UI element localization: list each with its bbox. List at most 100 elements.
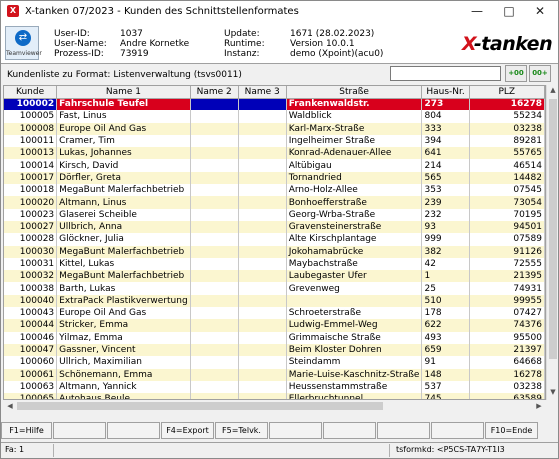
table-cell: 394: [421, 134, 470, 148]
table-row[interactable]: 100060 Ullrich, Maximilian Steindamm 91 6466…: [4, 356, 545, 369]
column-header[interactable]: Name 1: [56, 86, 191, 99]
table-cell: [238, 343, 287, 357]
function-key-5[interactable]: F5=Telvk.: [215, 422, 268, 439]
table-cell: Karl-Marx-Straße: [286, 122, 423, 135]
add-after-button[interactable]: 00+: [529, 65, 551, 82]
table-cell: [238, 220, 287, 234]
scroll-right-icon[interactable]: ▶: [533, 402, 545, 410]
table-cell: Waldblick: [286, 110, 423, 123]
table-cell: 537: [421, 380, 470, 394]
table-cell: [190, 270, 239, 283]
scroll-up-icon[interactable]: ▲: [547, 86, 559, 94]
table-cell: MegaBunt Malerfachbetrieb: [56, 245, 191, 258]
table-cell: Marie-Luise-Kaschnitz-Straße: [286, 368, 423, 381]
table-cell: Gassner, Vincent: [56, 343, 191, 357]
column-header[interactable]: Straße: [286, 86, 423, 99]
table-cell: Jokohamabrücke: [286, 245, 423, 258]
table-row[interactable]: 100031 Kittel, Lukas Maybachstraße 42 72555: [4, 257, 545, 271]
column-header[interactable]: Haus-Nr.: [421, 86, 470, 99]
table-cell: 659: [421, 343, 470, 357]
function-key-9[interactable]: [431, 422, 484, 439]
table-cell: 100044: [4, 319, 58, 332]
column-header[interactable]: PLZ: [469, 86, 545, 99]
table-row[interactable]: 100005 Fast, Linus Waldblick 804 55234: [4, 110, 545, 123]
scroll-left-icon[interactable]: ◀: [4, 402, 16, 410]
table-cell: Arno-Holz-Allee: [286, 184, 423, 197]
table-cell: [190, 294, 239, 308]
add-before-button[interactable]: +00: [505, 65, 527, 82]
vertical-scroll-thumb[interactable]: [549, 99, 557, 359]
table-row[interactable]: 100046 Yilmaz, Emma Grimmaische Straße 493 9…: [4, 331, 545, 344]
table-row[interactable]: 100028 Glöckner, Julia Alte Kirschplantage…: [4, 233, 545, 246]
table-cell: Grevenweg: [286, 282, 423, 295]
column-header[interactable]: Name 2: [190, 86, 239, 99]
table-row[interactable]: 100008 Europe Oil And Gas Karl-Marx-Straße…: [4, 122, 545, 135]
search-input[interactable]: [390, 66, 501, 81]
user-name-value: Andre Kornetke: [120, 39, 190, 49]
column-header[interactable]: Kunde: [4, 86, 58, 99]
function-key-3[interactable]: [107, 422, 160, 439]
close-icon[interactable]: ✕: [524, 1, 556, 23]
table-cell: [190, 319, 239, 332]
table-row[interactable]: 100020 Altmann, Linus Bonhoefferstraße 239 7…: [4, 196, 545, 209]
function-key-6[interactable]: [269, 422, 322, 439]
x-tanken-app-icon: X: [7, 5, 19, 17]
table-cell: 100063: [4, 380, 58, 394]
table-cell: 178: [421, 307, 470, 320]
table-row[interactable]: 100030 MegaBunt Malerfachbetrieb Jokohamab…: [4, 245, 545, 258]
horizontal-scroll-thumb[interactable]: [17, 402, 383, 410]
table-cell: 16278: [469, 98, 545, 111]
function-key-10[interactable]: F10=Ende: [485, 422, 538, 439]
table-cell: Tornandried: [286, 171, 423, 185]
table-cell: 100005: [4, 110, 58, 123]
table-cell: Ullrich, Maximilian: [56, 356, 191, 369]
table-cell: Grimmaische Straße: [286, 331, 423, 344]
header-divider: [1, 63, 558, 64]
table-cell: 03238: [469, 380, 545, 394]
table-cell: [190, 184, 239, 197]
scroll-down-icon[interactable]: ▼: [547, 388, 559, 396]
table-row[interactable]: 100032 MegaBunt Malerfachbetrieb Laubegast…: [4, 270, 545, 283]
table-row[interactable]: 100061 Schönemann, Emma Marie-Luise-Kaschn…: [4, 368, 545, 381]
table-cell: 14482: [469, 171, 545, 185]
table-row[interactable]: 100038 Barth, Lukas Grevenweg 25 74931: [4, 282, 545, 295]
runtime-label: Runtime:: [224, 39, 265, 49]
table-cell: 745: [421, 393, 470, 399]
table-cell: [238, 147, 287, 160]
function-key-1[interactable]: F1=Hilfe: [1, 422, 52, 439]
table-row[interactable]: 100018 MegaBunt Malerfachbetrieb Arno-Holz…: [4, 184, 545, 197]
maximize-icon[interactable]: □: [493, 1, 525, 23]
table-row[interactable]: 100017 Dörfler, Greta Tornandried 565 14482: [4, 171, 545, 185]
table-cell: 63589: [469, 393, 545, 399]
table-cell: Kirsch, David: [56, 159, 191, 172]
horizontal-scrollbar[interactable]: ◀ ▶: [3, 400, 546, 412]
teamviewer-label: Teamviewer: [6, 50, 42, 57]
minimize-icon[interactable]: —: [461, 1, 493, 23]
table-cell: Europe Oil And Gas: [56, 307, 191, 320]
function-key-8[interactable]: [377, 422, 430, 439]
function-key-7[interactable]: [323, 422, 376, 439]
function-key-2[interactable]: [53, 422, 106, 439]
header-panel: ⇄ Teamviewer User-ID: User-Name: Prozess…: [1, 23, 558, 63]
table-row[interactable]: 100023 Glaserei Scheible Georg-Wrba-Straße…: [4, 208, 545, 221]
table-row[interactable]: 100002 Fahrschule Teufel Frankenwaldstr. 27…: [4, 98, 545, 111]
table-cell: 100061: [4, 368, 58, 381]
table-row[interactable]: 100014 Kirsch, David Altübigau 214 46514: [4, 159, 545, 172]
customer-table[interactable]: Kunde Name 1 Name 2 Name 3 Straße Haus-Nr. PLZ…: [3, 85, 546, 400]
table-cell: 99955: [469, 294, 545, 308]
teamviewer-button[interactable]: ⇄ Teamviewer: [5, 26, 42, 60]
table-row[interactable]: 100013 Lukas, Johannes Konrad-Adenauer-All…: [4, 147, 545, 160]
table-row[interactable]: 100047 Gassner, Vincent Beim Kloster Dohre…: [4, 343, 545, 357]
table-row[interactable]: 100044 Stricker, Emma Ludwig-Emmel-Weg 622 7…: [4, 319, 545, 332]
table-cell: 100038: [4, 282, 58, 295]
table-row[interactable]: 100011 Cramer, Tim Ingelheimer Straße 394 89…: [4, 134, 545, 148]
vertical-scrollbar[interactable]: ▲ ▼: [546, 85, 558, 400]
table-row[interactable]: 100063 Altmann, Yannick Heussenstammstraße…: [4, 380, 545, 394]
function-key-4[interactable]: F4=Export: [161, 422, 214, 439]
table-row[interactable]: 100043 Europe Oil And Gas Schroeterstraße 1…: [4, 307, 545, 320]
table-row[interactable]: 100065 Autohaus Beule Ellerbruchtunnel 745 6…: [4, 393, 545, 399]
table-row[interactable]: 100040 ExtraPack Plastikverwertung 510 9995…: [4, 294, 545, 308]
table-cell: 100060: [4, 356, 58, 369]
column-header[interactable]: Name 3: [238, 86, 287, 99]
table-row[interactable]: 100027 Ullbrich, Anna Gravensteinerstraße 9…: [4, 220, 545, 234]
